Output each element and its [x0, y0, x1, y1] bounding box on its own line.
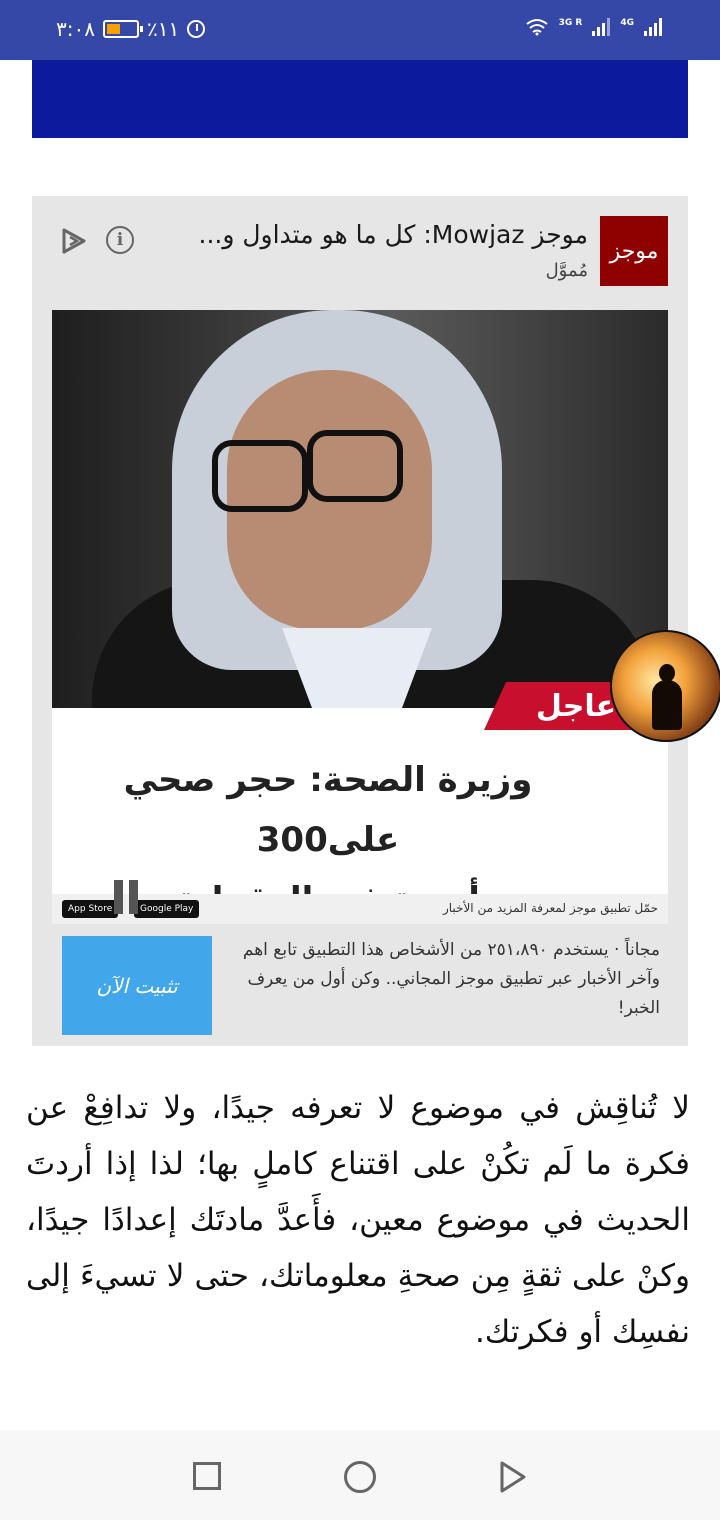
- ad-image[interactable]: عاجل وزيرة الصحة: حجر صحي على300 أسرة في…: [52, 310, 668, 924]
- install-now-button[interactable]: تثبيت الآن: [62, 936, 212, 1035]
- strip-text: حمّل تطبيق موجز لمعرفة المزيد من الأخبار: [442, 901, 658, 915]
- status-right: 3G R 4G: [525, 16, 662, 36]
- navigation-bar: [0, 1430, 720, 1520]
- ad-logo[interactable]: موجز: [600, 216, 668, 286]
- network-label-1: 3G R: [558, 18, 583, 28]
- info-icon[interactable]: i: [106, 226, 134, 254]
- floating-avatar-bubble[interactable]: [610, 630, 720, 742]
- battery-percent: ٪١١: [146, 17, 180, 41]
- clock-time: ٣:٠٨: [56, 17, 95, 41]
- network-label-2: 4G: [620, 18, 634, 28]
- silhouette-image: [652, 664, 682, 730]
- ad-card[interactable]: موجز موجز Mowjaz: كل ما هو متداول و... م…: [32, 196, 688, 1046]
- app-store-badge: App Store: [62, 900, 119, 918]
- recent-apps-icon[interactable]: [193, 1462, 221, 1490]
- status-bar: ٣:٠٨ ٪١١ 3G R 4G: [0, 0, 720, 60]
- download-strip: حمّل تطبيق موجز لمعرفة المزيد من الأخبار…: [52, 894, 668, 924]
- signal-icon-1: [592, 16, 611, 36]
- minister-photo: [52, 310, 668, 780]
- battery-icon: [102, 20, 143, 38]
- ad-description: مجاناً · يستخدم ٢٥١،٨٩٠ من الأشخاص هذا ا…: [242, 940, 660, 1018]
- wifi-icon: [526, 19, 548, 36]
- back-icon[interactable]: [498, 1460, 528, 1494]
- headline-line-1: وزيرة الصحة: حجر صحي على300: [123, 760, 533, 860]
- status-left: ٣:٠٨ ٪١١: [56, 17, 206, 41]
- article-paragraph: لا تُناقِش في موضوع لا تعرفه جيدًا، ولا …: [26, 1090, 690, 1350]
- alarm-icon: [187, 20, 206, 38]
- adchoices-play-icon[interactable]: [58, 226, 90, 256]
- pause-icon[interactable]: [114, 880, 138, 914]
- google-play-badge: Google Play: [134, 900, 200, 918]
- home-icon[interactable]: [344, 1461, 376, 1493]
- ad-title[interactable]: موجز Mowjaz: كل ما هو متداول و...: [199, 220, 588, 249]
- top-banner[interactable]: [32, 60, 688, 138]
- sponsored-label: مُموَّل: [545, 260, 588, 281]
- signal-icon-2: [644, 16, 662, 36]
